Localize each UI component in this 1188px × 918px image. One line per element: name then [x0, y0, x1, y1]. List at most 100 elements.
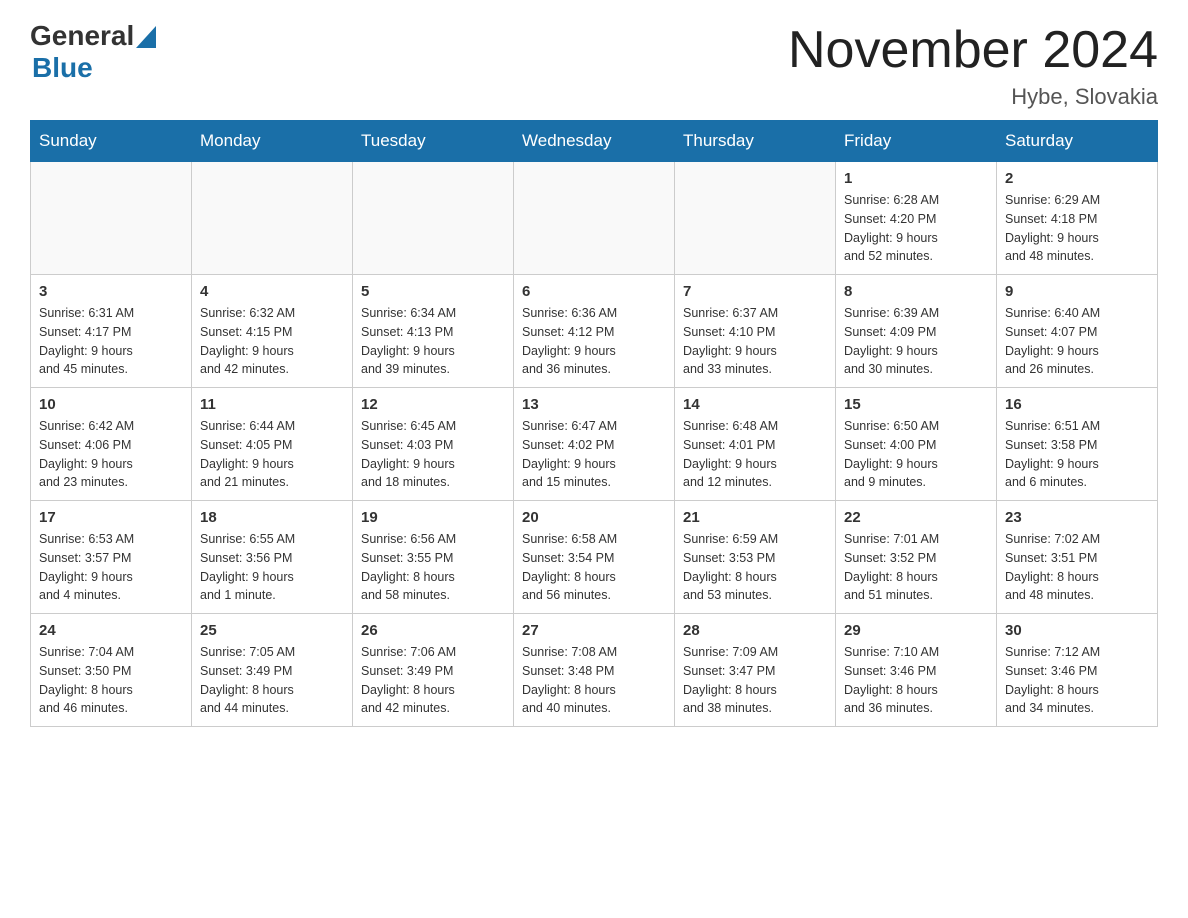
weekday-header-sunday: Sunday [31, 121, 192, 162]
day-number: 29 [844, 622, 988, 639]
day-info: Sunrise: 6:50 AM Sunset: 4:00 PM Dayligh… [844, 417, 988, 492]
calendar-title: November 2024 [788, 20, 1158, 80]
day-number: 14 [683, 396, 827, 413]
day-info: Sunrise: 6:39 AM Sunset: 4:09 PM Dayligh… [844, 304, 988, 379]
day-info: Sunrise: 7:04 AM Sunset: 3:50 PM Dayligh… [39, 643, 183, 718]
weekday-header-thursday: Thursday [675, 121, 836, 162]
calendar-week-row: 1Sunrise: 6:28 AM Sunset: 4:20 PM Daylig… [31, 162, 1158, 275]
day-number: 16 [1005, 396, 1149, 413]
calendar-week-row: 24Sunrise: 7:04 AM Sunset: 3:50 PM Dayli… [31, 614, 1158, 727]
calendar-cell: 13 Sunrise: 6:47 AM Sunset: 4:02 PM Dayli… [514, 388, 675, 501]
day-info: Sunrise: 7:05 AM Sunset: 3:49 PM Dayligh… [200, 643, 344, 718]
calendar-cell: 17 Sunrise: 6:53 AM Sunset: 3:57 PM Dayli… [31, 501, 192, 614]
day-info: Sunrise: 6:28 AM Sunset: 4:20 PM Dayligh… [844, 191, 988, 266]
day-info: Sunrise: 7:09 AM Sunset: 3:47 PM Dayligh… [683, 643, 827, 718]
day-info: Sunrise: 6:51 AM Sunset: 3:58 PM Dayligh… [1005, 417, 1149, 492]
day-info: Sunrise: 6:45 AM Sunset: 4:03 PM Dayligh… [361, 417, 505, 492]
day-number: 11 [200, 396, 344, 413]
calendar-cell: 26Sunrise: 7:06 AM Sunset: 3:49 PM Dayli… [353, 614, 514, 727]
calendar-cell [31, 162, 192, 275]
day-number: 17 [39, 509, 183, 526]
day-number: 10 [39, 396, 183, 413]
weekday-header-friday: Friday [836, 121, 997, 162]
calendar-week-row: 3Sunrise: 6:31 AM Sunset: 4:17 PM Daylig… [31, 275, 1158, 388]
day-number: 26 [361, 622, 505, 639]
calendar-cell: 20 Sunrise: 6:58 AM Sunset: 3:54 PM Dayli… [514, 501, 675, 614]
calendar-cell: 2 Sunrise: 6:29 AM Sunset: 4:18 PM Daylig… [997, 162, 1158, 275]
calendar-cell: 7 Sunrise: 6:37 AM Sunset: 4:10 PM Daylig… [675, 275, 836, 388]
day-info: Sunrise: 6:56 AM Sunset: 3:55 PM Dayligh… [361, 530, 505, 605]
logo[interactable]: General Blue [30, 20, 156, 84]
calendar-cell [514, 162, 675, 275]
day-info: Sunrise: 7:02 AM Sunset: 3:51 PM Dayligh… [1005, 530, 1149, 605]
day-info: Sunrise: 6:58 AM Sunset: 3:54 PM Dayligh… [522, 530, 666, 605]
logo-blue-text: Blue [32, 52, 93, 83]
calendar-cell: 9Sunrise: 6:40 AM Sunset: 4:07 PM Daylig… [997, 275, 1158, 388]
day-info: Sunrise: 7:08 AM Sunset: 3:48 PM Dayligh… [522, 643, 666, 718]
day-info: Sunrise: 6:34 AM Sunset: 4:13 PM Dayligh… [361, 304, 505, 379]
calendar-cell: 4 Sunrise: 6:32 AM Sunset: 4:15 PM Daylig… [192, 275, 353, 388]
day-info: Sunrise: 6:42 AM Sunset: 4:06 PM Dayligh… [39, 417, 183, 492]
day-number: 7 [683, 283, 827, 300]
calendar-week-row: 17 Sunrise: 6:53 AM Sunset: 3:57 PM Dayli… [31, 501, 1158, 614]
weekday-header-tuesday: Tuesday [353, 121, 514, 162]
calendar-cell: 14 Sunrise: 6:48 AM Sunset: 4:01 PM Dayli… [675, 388, 836, 501]
calendar-cell: 21 Sunrise: 6:59 AM Sunset: 3:53 PM Dayli… [675, 501, 836, 614]
day-number: 3 [39, 283, 183, 300]
calendar-cell: 29 Sunrise: 7:10 AM Sunset: 3:46 PM Dayli… [836, 614, 997, 727]
day-info: Sunrise: 7:01 AM Sunset: 3:52 PM Dayligh… [844, 530, 988, 605]
title-block: November 2024 Hybe, Slovakia [788, 20, 1158, 110]
day-info: Sunrise: 6:53 AM Sunset: 3:57 PM Dayligh… [39, 530, 183, 605]
calendar-subtitle: Hybe, Slovakia [788, 84, 1158, 110]
day-number: 27 [522, 622, 666, 639]
day-number: 25 [200, 622, 344, 639]
calendar-cell: 25 Sunrise: 7:05 AM Sunset: 3:49 PM Dayli… [192, 614, 353, 727]
day-info: Sunrise: 6:48 AM Sunset: 4:01 PM Dayligh… [683, 417, 827, 492]
day-info: Sunrise: 6:40 AM Sunset: 4:07 PM Dayligh… [1005, 304, 1149, 379]
day-info: Sunrise: 7:12 AM Sunset: 3:46 PM Dayligh… [1005, 643, 1149, 718]
day-number: 30 [1005, 622, 1149, 639]
day-number: 2 [1005, 170, 1149, 187]
day-number: 8 [844, 283, 988, 300]
logo-triangle-icon [136, 26, 156, 48]
calendar-cell: 6 Sunrise: 6:36 AM Sunset: 4:12 PM Daylig… [514, 275, 675, 388]
calendar-cell: 16 Sunrise: 6:51 AM Sunset: 3:58 PM Dayli… [997, 388, 1158, 501]
day-number: 21 [683, 509, 827, 526]
day-info: Sunrise: 6:47 AM Sunset: 4:02 PM Dayligh… [522, 417, 666, 492]
logo-general-text: General [30, 20, 134, 52]
page-header: General Blue November 2024 Hybe, Slovaki… [30, 20, 1158, 110]
calendar-cell: 18 Sunrise: 6:55 AM Sunset: 3:56 PM Dayli… [192, 501, 353, 614]
day-number: 15 [844, 396, 988, 413]
day-number: 28 [683, 622, 827, 639]
day-number: 6 [522, 283, 666, 300]
calendar-cell: 15 Sunrise: 6:50 AM Sunset: 4:00 PM Dayli… [836, 388, 997, 501]
calendar-cell: 28 Sunrise: 7:09 AM Sunset: 3:47 PM Dayli… [675, 614, 836, 727]
calendar-cell: 22 Sunrise: 7:01 AM Sunset: 3:52 PM Dayli… [836, 501, 997, 614]
day-number: 23 [1005, 509, 1149, 526]
calendar-cell: 11Sunrise: 6:44 AM Sunset: 4:05 PM Dayli… [192, 388, 353, 501]
day-number: 13 [522, 396, 666, 413]
day-number: 18 [200, 509, 344, 526]
calendar-cell [675, 162, 836, 275]
day-info: Sunrise: 6:55 AM Sunset: 3:56 PM Dayligh… [200, 530, 344, 605]
day-info: Sunrise: 7:10 AM Sunset: 3:46 PM Dayligh… [844, 643, 988, 718]
day-number: 5 [361, 283, 505, 300]
calendar-cell: 30 Sunrise: 7:12 AM Sunset: 3:46 PM Dayli… [997, 614, 1158, 727]
day-number: 12 [361, 396, 505, 413]
calendar-cell: 27 Sunrise: 7:08 AM Sunset: 3:48 PM Dayli… [514, 614, 675, 727]
day-info: Sunrise: 6:32 AM Sunset: 4:15 PM Dayligh… [200, 304, 344, 379]
day-number: 4 [200, 283, 344, 300]
day-info: Sunrise: 6:29 AM Sunset: 4:18 PM Dayligh… [1005, 191, 1149, 266]
weekday-header-wednesday: Wednesday [514, 121, 675, 162]
day-info: Sunrise: 6:59 AM Sunset: 3:53 PM Dayligh… [683, 530, 827, 605]
calendar-week-row: 10 Sunrise: 6:42 AM Sunset: 4:06 PM Dayli… [31, 388, 1158, 501]
calendar-cell: 5 Sunrise: 6:34 AM Sunset: 4:13 PM Daylig… [353, 275, 514, 388]
calendar-cell: 23 Sunrise: 7:02 AM Sunset: 3:51 PM Dayli… [997, 501, 1158, 614]
day-number: 20 [522, 509, 666, 526]
day-number: 22 [844, 509, 988, 526]
day-info: Sunrise: 6:37 AM Sunset: 4:10 PM Dayligh… [683, 304, 827, 379]
calendar-cell: 1Sunrise: 6:28 AM Sunset: 4:20 PM Daylig… [836, 162, 997, 275]
calendar-cell: 3Sunrise: 6:31 AM Sunset: 4:17 PM Daylig… [31, 275, 192, 388]
day-info: Sunrise: 6:36 AM Sunset: 4:12 PM Dayligh… [522, 304, 666, 379]
calendar-cell: 10 Sunrise: 6:42 AM Sunset: 4:06 PM Dayli… [31, 388, 192, 501]
